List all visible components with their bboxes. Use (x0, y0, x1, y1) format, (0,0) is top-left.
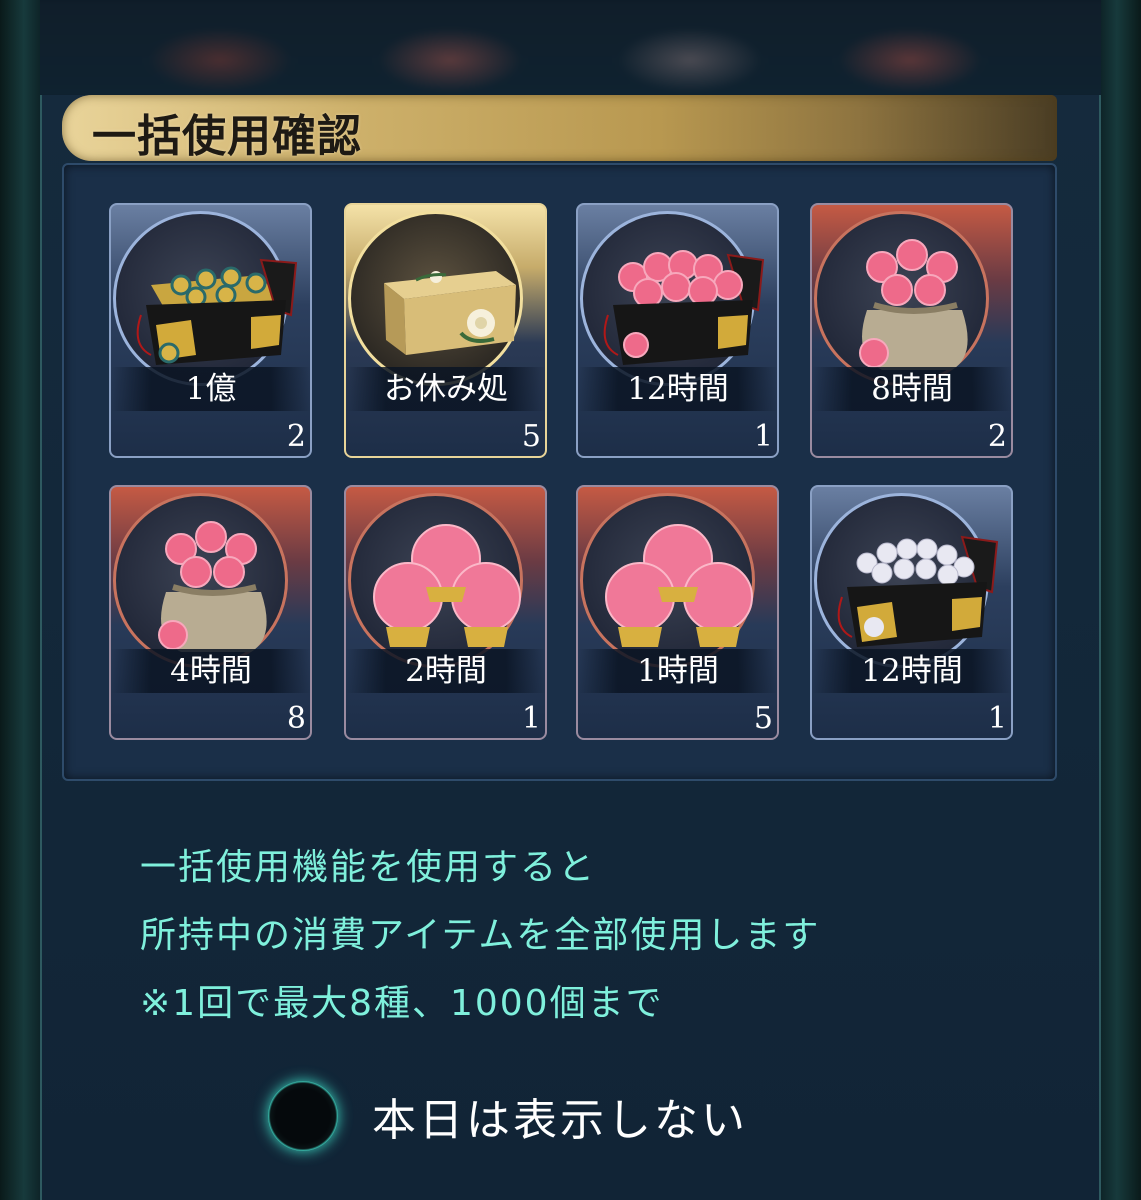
item-card[interactable]: 2時間 1 (344, 485, 547, 740)
item-count: 5 (521, 419, 541, 454)
item-count: 2 (987, 419, 1007, 454)
item-card[interactable]: 1時間 5 (576, 485, 779, 740)
item-card[interactable]: 8時間 2 (810, 203, 1013, 458)
item-card[interactable]: 1億 2 (109, 203, 312, 458)
background-blur (0, 0, 1141, 100)
frame-left (0, 0, 40, 1200)
item-count: 1 (753, 419, 773, 454)
item-count: 2 (286, 419, 306, 454)
dont-show-today-checkbox[interactable] (268, 1081, 338, 1151)
info-line-3: ※1回で最大8種、1000個まで (140, 983, 664, 1024)
info-line-2: 所持中の消費アイテムを全部使用します (140, 915, 821, 956)
item-count: 8 (286, 701, 306, 736)
item-card[interactable]: お休み処 5 (344, 203, 547, 458)
dont-show-today-label: 本日は表示しない (372, 1095, 748, 1146)
item-label: 12時間 (578, 367, 777, 411)
item-count: 1 (521, 701, 541, 736)
info-line-1: 一括使用機能を使用すると (140, 847, 597, 888)
item-label: 4時間 (111, 649, 310, 693)
item-card[interactable]: 4時間 8 (109, 485, 312, 740)
item-label: 8時間 (812, 367, 1011, 411)
item-count: 1 (987, 701, 1007, 736)
dialog-title: 一括使用確認 (92, 111, 362, 162)
item-card[interactable]: 12時間 1 (810, 485, 1013, 740)
item-grid: 1億 2 お休み処 5 12時間 1 8時間 2 4時間 8 2時間 1 1時間… (62, 163, 1057, 781)
dont-show-today-option[interactable]: 本日は表示しない (268, 1080, 748, 1152)
item-label: 1時間 (578, 649, 777, 693)
item-label: お休み処 (346, 367, 545, 411)
item-label: 1億 (111, 367, 310, 411)
item-label: 12時間 (812, 649, 1011, 693)
frame-right (1101, 0, 1141, 1200)
item-card[interactable]: 12時間 1 (576, 203, 779, 458)
item-count: 5 (753, 701, 773, 736)
item-label: 2時間 (346, 649, 545, 693)
